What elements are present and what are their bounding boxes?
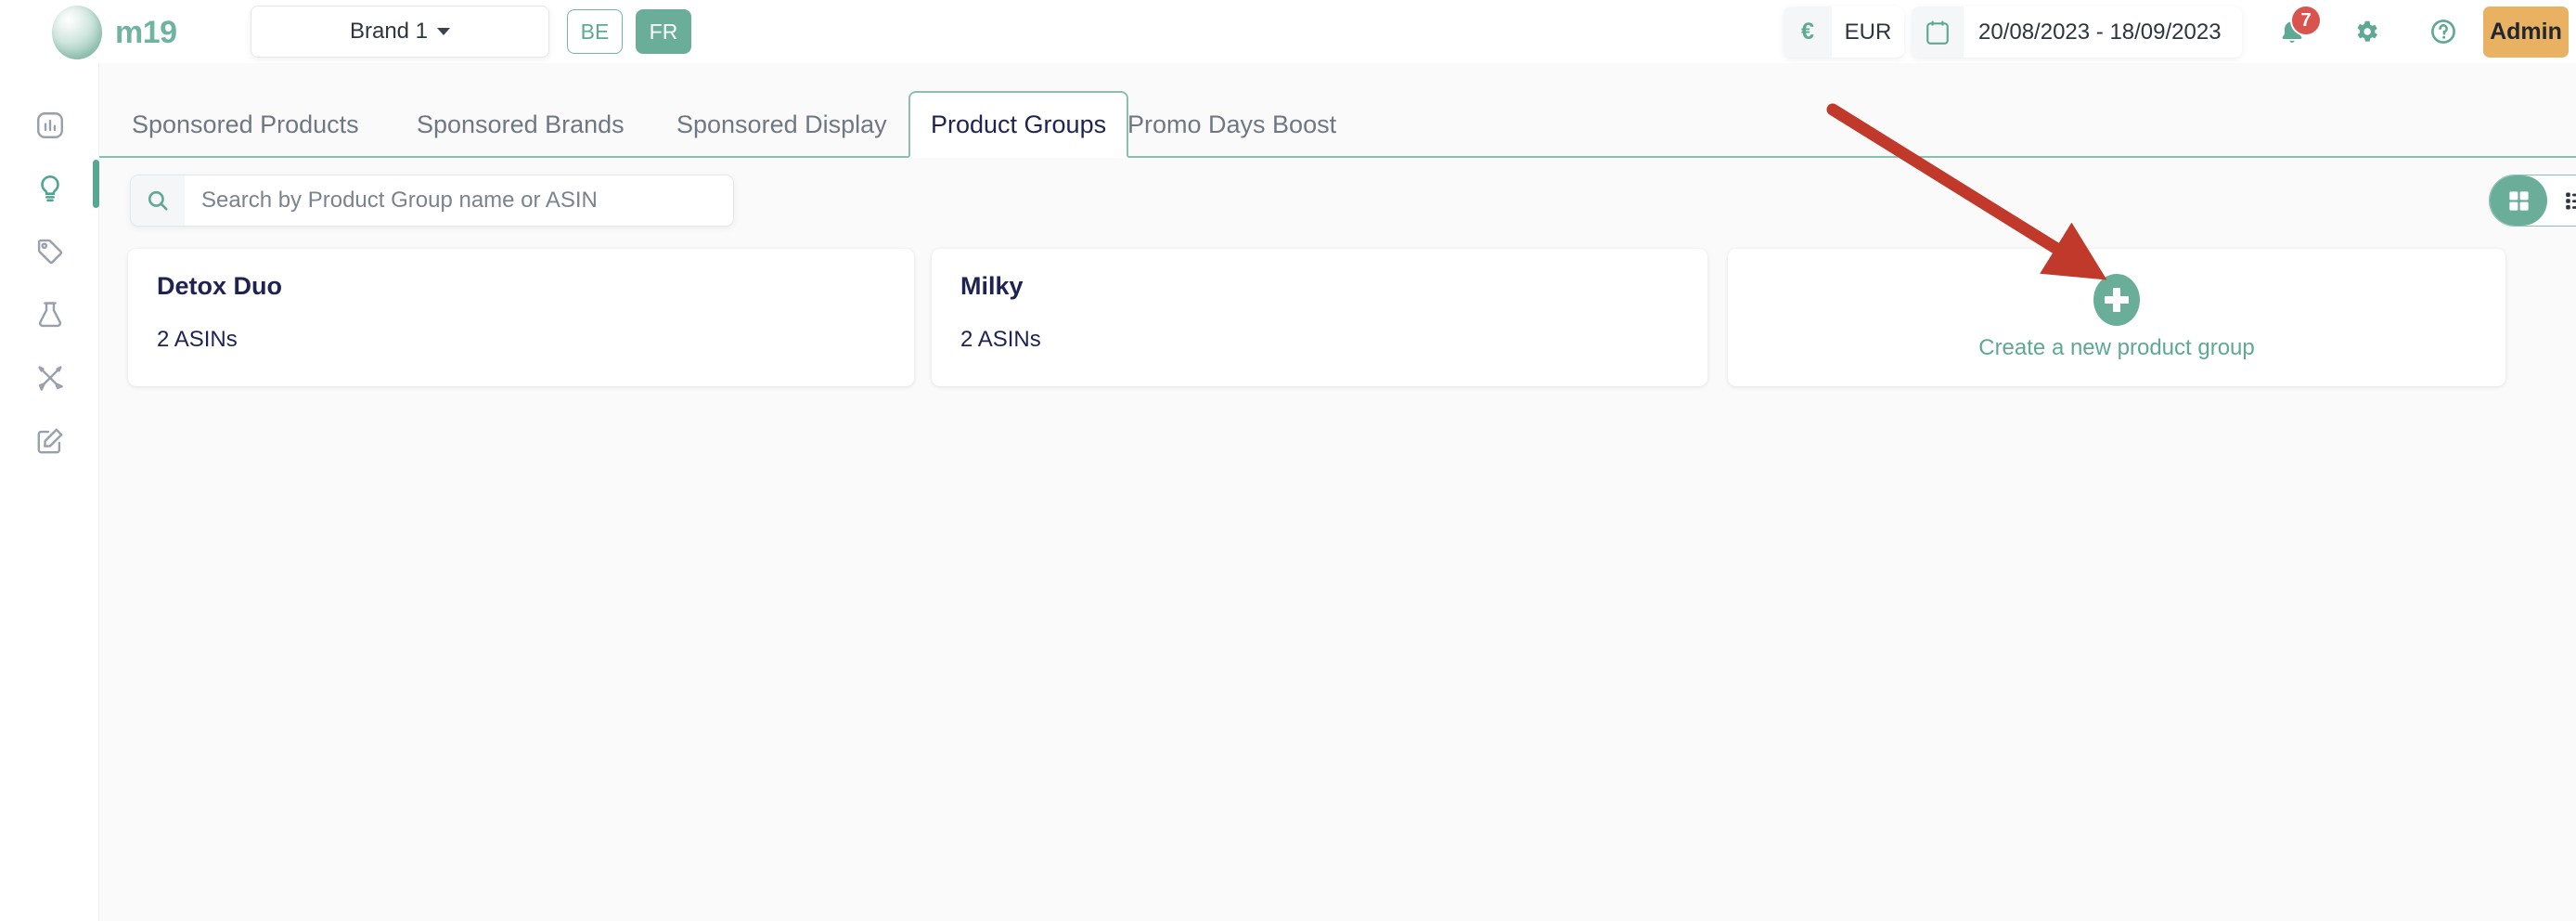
settings-button[interactable] bbox=[2346, 11, 2387, 52]
product-group-name: Detox Duo bbox=[157, 272, 282, 300]
search-bar[interactable] bbox=[130, 175, 734, 227]
create-product-group-label: Create a new product group bbox=[1978, 335, 2255, 360]
tab-bar: Sponsored Products Sponsored Brands Spon… bbox=[99, 63, 2576, 158]
date-range-picker[interactable]: 20/08/2023 - 18/09/2023 bbox=[1912, 6, 2242, 58]
marketplace-toggle-group: BE FR bbox=[567, 9, 691, 54]
sidebar-item-tags[interactable] bbox=[0, 219, 99, 284]
product-group-card[interactable]: Detox Duo 2 ASINs bbox=[128, 249, 914, 386]
search-input[interactable] bbox=[185, 175, 733, 226]
search-row bbox=[99, 158, 2576, 243]
tab-sponsored-brands[interactable]: Sponsored Brands bbox=[396, 91, 645, 158]
sidebar-item-edit[interactable] bbox=[0, 409, 99, 473]
currency-selector[interactable]: € EUR bbox=[1784, 6, 1904, 58]
notifications-badge: 7 bbox=[2290, 5, 2322, 36]
create-product-group-card[interactable]: Create a new product group bbox=[1728, 249, 2505, 386]
sidebar-item-creatives[interactable] bbox=[0, 345, 99, 410]
sidebar-item-strategies[interactable] bbox=[0, 156, 99, 221]
view-mode-toggle bbox=[2489, 175, 2576, 227]
help-button[interactable] bbox=[2423, 11, 2464, 52]
tab-sponsored-products[interactable]: Sponsored Products bbox=[111, 91, 380, 158]
search-icon bbox=[131, 175, 185, 226]
chevron-down-icon bbox=[437, 28, 451, 35]
left-sidebar bbox=[0, 63, 99, 921]
calendar-icon bbox=[1912, 6, 1964, 58]
product-group-card-grid: Detox Duo 2 ASINs Milky 2 ASINs Create a… bbox=[128, 249, 2541, 386]
plus-circle-icon bbox=[2093, 274, 2140, 326]
brand-selector-label: Brand 1 bbox=[349, 19, 429, 44]
admin-account-button[interactable]: Admin bbox=[2483, 6, 2569, 58]
currency-code-label: EUR bbox=[1832, 6, 1904, 58]
top-header: m19 Brand 1 BE FR € EUR 20/08/2023 - 18/… bbox=[0, 0, 2576, 63]
brand-selector[interactable]: Brand 1 bbox=[251, 6, 549, 58]
marketplace-button-be[interactable]: BE bbox=[567, 9, 623, 54]
euro-icon: € bbox=[1784, 6, 1832, 58]
product-group-card[interactable]: Milky 2 ASINs bbox=[932, 249, 1707, 386]
marketplace-button-fr[interactable]: FR bbox=[636, 9, 691, 54]
tab-sponsored-display[interactable]: Sponsored Display bbox=[656, 91, 908, 158]
product-group-name: Milky bbox=[960, 272, 1024, 300]
tab-product-groups[interactable]: Product Groups bbox=[908, 91, 1129, 158]
product-group-asin-count: 2 ASINs bbox=[157, 327, 238, 352]
app-logo[interactable]: m19 bbox=[52, 6, 177, 59]
main-content: Sponsored Products Sponsored Brands Spon… bbox=[99, 63, 2576, 921]
app-root: m19 Brand 1 BE FR € EUR 20/08/2023 - 18/… bbox=[0, 0, 2576, 921]
list-view-icon[interactable] bbox=[2547, 175, 2576, 226]
grid-view-icon[interactable] bbox=[2490, 175, 2547, 226]
sidebar-item-analytics[interactable] bbox=[0, 93, 99, 158]
m19-sphere-logo-icon bbox=[52, 6, 102, 59]
product-group-asin-count: 2 ASINs bbox=[960, 327, 1041, 352]
sidebar-item-experiments[interactable] bbox=[0, 282, 99, 347]
logo-text: m19 bbox=[115, 14, 177, 50]
tab-promo-days-boost[interactable]: Promo Days Boost bbox=[1107, 91, 1357, 158]
date-range-value: 20/08/2023 - 18/09/2023 bbox=[1964, 6, 2242, 58]
